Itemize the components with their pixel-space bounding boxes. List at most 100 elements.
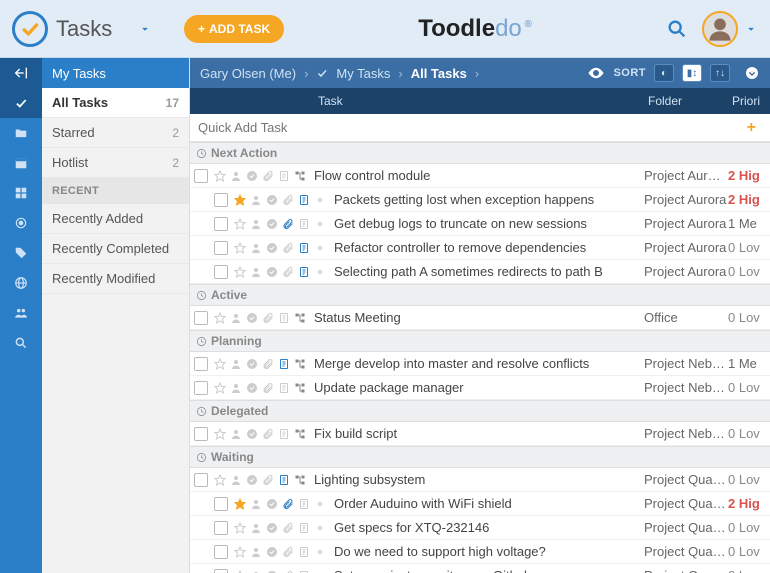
task-row[interactable]: Lighting subsystem Project Qua… 0 Lov [190,468,770,492]
sort-chip-2[interactable]: ▮↕ [682,64,702,82]
subtask-tree-icon[interactable] [292,428,308,440]
task-row[interactable]: Status Meeting Office 0 Lov [190,306,770,330]
note-icon[interactable] [276,170,292,182]
star-icon[interactable] [232,218,248,230]
col-folder[interactable]: Folder [648,94,732,108]
task-folder[interactable]: Project Quasar [644,496,728,511]
person-icon[interactable] [228,428,244,440]
task-priority[interactable]: 0 Lov [728,568,766,573]
subtask-tree-icon[interactable] [292,474,308,486]
star-icon[interactable] [212,358,228,370]
person-icon[interactable] [228,474,244,486]
task-folder[interactable]: Project Aur… [644,168,728,183]
task-folder[interactable]: Project Neb… [644,380,728,395]
person-icon[interactable] [248,218,264,230]
star-icon[interactable] [212,312,228,324]
task-checkbox[interactable] [194,311,208,325]
task-priority[interactable]: 1 Me [728,216,766,231]
task-row[interactable]: Fix build script Project Neb… 0 Lov [190,422,770,446]
status-icon[interactable] [264,266,280,278]
subtask-tree-icon[interactable] [292,170,308,182]
rail-search-icon[interactable] [0,328,42,358]
task-priority[interactable]: 0 Lov [728,520,766,535]
quick-add-plus-icon[interactable]: + [741,119,762,137]
section-header[interactable]: Planning [190,330,770,352]
crumb-view[interactable]: My Tasks [336,66,390,81]
attachment-icon[interactable] [280,498,296,510]
status-icon[interactable] [264,242,280,254]
rail-people-icon[interactable] [0,298,42,328]
task-priority[interactable]: 2 Hig [728,496,766,511]
star-icon[interactable] [232,498,248,510]
note-icon[interactable] [276,382,292,394]
task-checkbox[interactable] [214,193,228,207]
task-checkbox[interactable] [214,569,228,573]
star-icon[interactable] [212,382,228,394]
task-checkbox[interactable] [214,241,228,255]
subtask-tree-icon[interactable] [292,358,308,370]
task-row[interactable]: Get specs for XTQ-232146 Project Quasar … [190,516,770,540]
attachment-icon[interactable] [280,194,296,206]
task-row[interactable]: Order Auduino with WiFi shield Project Q… [190,492,770,516]
sidebar-item[interactable]: Starred2 [42,118,189,148]
task-row[interactable]: Merge develop into master and resolve co… [190,352,770,376]
status-icon[interactable] [264,522,280,534]
task-row[interactable]: Flow control module Project Aur… 2 Hig [190,164,770,188]
eye-icon[interactable] [587,64,605,82]
person-icon[interactable] [228,170,244,182]
status-icon[interactable] [264,546,280,558]
star-icon[interactable] [232,266,248,278]
attachment-icon[interactable] [260,312,276,324]
rail-globe-icon[interactable] [0,268,42,298]
rail-target-icon[interactable] [0,208,42,238]
task-row[interactable]: Update package manager Project Neb… 0 Lo… [190,376,770,400]
rail-folder-icon[interactable] [0,118,42,148]
star-icon[interactable] [232,546,248,558]
person-icon[interactable] [248,498,264,510]
task-row[interactable]: Setup project repository on Github Proje… [190,564,770,573]
crumb-user[interactable]: Gary Olsen (Me) [200,66,296,81]
rail-grid-icon[interactable] [0,178,42,208]
sidebar-item[interactable]: Hotlist2 [42,148,189,178]
task-checkbox[interactable] [214,545,228,559]
task-priority[interactable]: 2 Hig [728,192,766,207]
view-options-icon[interactable] [744,65,760,81]
attachment-icon[interactable] [280,266,296,278]
task-priority[interactable]: 0 Lov [728,472,766,487]
note-icon[interactable] [276,474,292,486]
attachment-icon[interactable] [260,382,276,394]
task-checkbox[interactable] [214,217,228,231]
task-folder[interactable]: Project Quasar [644,568,728,573]
note-icon[interactable] [296,194,312,206]
person-icon[interactable] [248,266,264,278]
task-priority[interactable]: 0 Lov [728,240,766,255]
attachment-icon[interactable] [280,242,296,254]
sidebar-recent-item[interactable]: Recently Added [42,204,189,234]
sort-chip-3[interactable]: ↑↓ [710,64,730,82]
add-subtask-icon[interactable] [312,243,328,253]
task-checkbox[interactable] [194,381,208,395]
attachment-icon[interactable] [260,358,276,370]
note-icon[interactable] [296,266,312,278]
status-icon[interactable] [244,382,260,394]
task-folder[interactable]: Project Neb… [644,356,728,371]
attachment-icon[interactable] [280,570,296,573]
task-folder[interactable]: Project Aurora [644,216,728,231]
task-folder[interactable]: Project Aurora [644,192,728,207]
section-header[interactable]: Delegated [190,400,770,422]
task-row[interactable]: Get debug logs to truncate on new sessio… [190,212,770,236]
add-subtask-icon[interactable] [312,219,328,229]
task-priority[interactable]: 0 Lov [728,544,766,559]
note-icon[interactable] [296,522,312,534]
section-dropdown-caret[interactable] [138,22,152,36]
subtask-tree-icon[interactable] [292,382,308,394]
status-icon[interactable] [244,428,260,440]
sidebar-recent-item[interactable]: Recently Completed [42,234,189,264]
task-checkbox[interactable] [214,521,228,535]
note-icon[interactable] [296,570,312,573]
star-icon[interactable] [212,428,228,440]
sidebar-item[interactable]: All Tasks17 [42,88,189,118]
task-folder[interactable]: Project Qua… [644,472,728,487]
add-task-button[interactable]: + ADD TASK [184,15,284,43]
task-checkbox[interactable] [194,357,208,371]
